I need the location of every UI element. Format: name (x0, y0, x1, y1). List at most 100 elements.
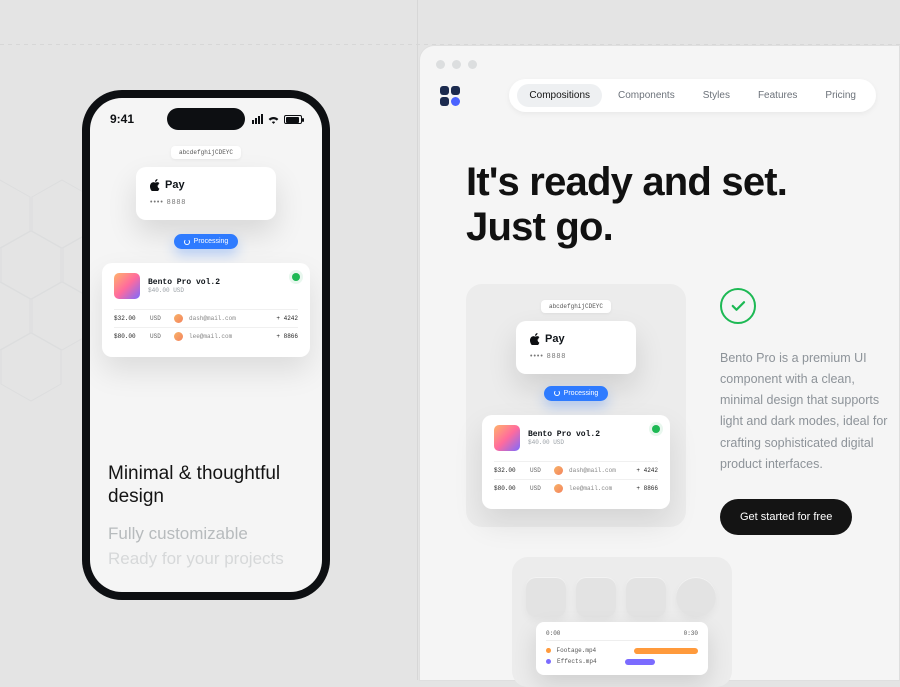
window-controls[interactable] (420, 46, 900, 69)
code-chip: abcdefghijCDEYC (541, 300, 611, 313)
avatar-icon (554, 484, 563, 493)
row-id: + 8866 (276, 333, 298, 340)
row-currency: USD (530, 485, 548, 492)
timeline-name: Effects.mp4 (557, 658, 605, 665)
status-time: 9:41 (110, 112, 134, 126)
traffic-dot[interactable] (452, 60, 461, 69)
phone-line-2: Fully customizable (108, 521, 304, 547)
row-price: $32.00 (114, 315, 144, 322)
avatar-icon (174, 332, 183, 341)
timeline-start: 0:00 (546, 630, 560, 637)
bg-grid-line (0, 44, 900, 45)
avatar-icon (174, 314, 183, 323)
product-card: Bento Pro vol.2 $40.00 USD $32.00 USD dash… (482, 415, 670, 509)
checkmark-icon (720, 288, 756, 324)
table-row: $32.00 USD dash@mail.com + 4242 (494, 461, 658, 479)
phone-screen: 9:41 abcdefghijCDEYC Pay •••• 8888 (90, 98, 322, 592)
product-rows: $32.00 USD dash@mail.com + 4242 $80.00 USD lee… (114, 309, 298, 345)
processing-pill: Processing (174, 234, 239, 249)
product-title: Bento Pro vol.2 (528, 430, 600, 439)
navbar: CompositionsComponentsStylesFeaturesPric… (420, 69, 900, 112)
table-row: $32.00 USD dash@mail.com + 4242 (114, 309, 298, 327)
dot-icon (546, 648, 551, 653)
traffic-dot[interactable] (436, 60, 445, 69)
processing-pill: Processing (544, 386, 609, 401)
tile (626, 577, 666, 617)
row-price: $80.00 (494, 485, 524, 492)
traffic-dot[interactable] (468, 60, 477, 69)
row-id: + 4242 (636, 467, 658, 474)
spinner-icon (184, 239, 190, 245)
status-dot (292, 273, 300, 281)
product-thumb (114, 273, 140, 299)
battery-icon (284, 115, 302, 124)
product-subtitle: $40.00 USD (148, 287, 220, 294)
timeline-card: 0:00 0:30 Footage.mp4 Effects.mp4 (536, 622, 708, 675)
row-currency: USD (150, 315, 168, 322)
logo-icon[interactable] (440, 85, 462, 107)
timeline-end: 0:30 (684, 630, 698, 637)
row-currency: USD (530, 467, 548, 474)
nav-item-pricing[interactable]: Pricing (813, 84, 868, 107)
pay-card: Pay •••• 8888 (516, 321, 636, 374)
hero-preview-card: abcdefghijCDEYC Pay •••• 8888 Processing (466, 284, 686, 527)
spinner-icon (554, 390, 560, 396)
phone-mockup: 9:41 abcdefghijCDEYC Pay •••• 8888 (82, 90, 330, 600)
row-email: lee@mail.com (569, 485, 630, 492)
bg-divider (417, 0, 418, 680)
phone-line-3: Ready for your projects (108, 547, 304, 572)
processing-label: Processing (564, 390, 599, 397)
pay-card: Pay •••• 8888 (136, 167, 276, 220)
pay-masked: •••• 8888 (530, 353, 622, 360)
timeline-row: Footage.mp4 (546, 645, 698, 656)
table-row: $80.00 USD lee@mail.com + 8866 (114, 327, 298, 345)
processing-label: Processing (194, 238, 229, 245)
hero-description: Bento Pro is a premium UI component with… (720, 348, 900, 476)
hero-preview-card-2: 0:00 0:30 Footage.mp4 Effects.mp4 (512, 557, 732, 687)
phone-notch (167, 108, 245, 130)
wifi-icon (267, 114, 280, 124)
timeline-name: Footage.mp4 (557, 647, 601, 654)
row-id: + 4242 (276, 315, 298, 322)
row-id: + 8866 (636, 485, 658, 492)
row-email: dash@mail.com (569, 467, 630, 474)
code-chip: abcdefghijCDEYC (171, 146, 241, 159)
timeline-rows: Footage.mp4 Effects.mp4 (546, 645, 698, 667)
timeline-bar (625, 659, 655, 665)
pay-masked: •••• 8888 (150, 199, 262, 206)
pay-label: Pay (165, 179, 185, 191)
nav-item-compositions[interactable]: Compositions (517, 84, 602, 107)
avatar-icon (554, 466, 563, 475)
timeline-row: Effects.mp4 (546, 656, 698, 667)
apple-icon (530, 333, 540, 345)
hero-title: It's ready and set. Just go. (466, 160, 900, 250)
nav-item-styles[interactable]: Styles (691, 84, 742, 107)
signal-icon (252, 114, 263, 124)
pay-label: Pay (545, 333, 565, 345)
status-indicators (252, 114, 302, 124)
tile (576, 577, 616, 617)
timeline-bar (634, 648, 698, 654)
nav-pill: CompositionsComponentsStylesFeaturesPric… (509, 79, 876, 112)
nav-item-components[interactable]: Components (606, 84, 687, 107)
product-subtitle: $40.00 USD (528, 439, 600, 446)
cta-button[interactable]: Get started for free (720, 499, 852, 535)
tile (676, 577, 716, 617)
row-price: $32.00 (494, 467, 524, 474)
product-thumb (494, 425, 520, 451)
row-email: dash@mail.com (189, 315, 270, 322)
status-dot (652, 425, 660, 433)
product-title: Bento Pro vol.2 (148, 278, 220, 287)
phone-headline: Minimal & thoughtful design (108, 462, 304, 510)
row-currency: USD (150, 333, 168, 340)
table-row: $80.00 USD lee@mail.com + 8866 (494, 479, 658, 497)
product-rows: $32.00 USD dash@mail.com + 4242 $80.00 USD lee… (494, 461, 658, 497)
dot-icon (546, 659, 551, 664)
nav-item-features[interactable]: Features (746, 84, 809, 107)
browser-window: CompositionsComponentsStylesFeaturesPric… (420, 46, 900, 680)
product-card: Bento Pro vol.2 $40.00 USD $32.00 USD dash… (102, 263, 310, 357)
tile (526, 577, 566, 617)
apple-icon (150, 179, 160, 191)
row-price: $80.00 (114, 333, 144, 340)
row-email: lee@mail.com (189, 333, 270, 340)
